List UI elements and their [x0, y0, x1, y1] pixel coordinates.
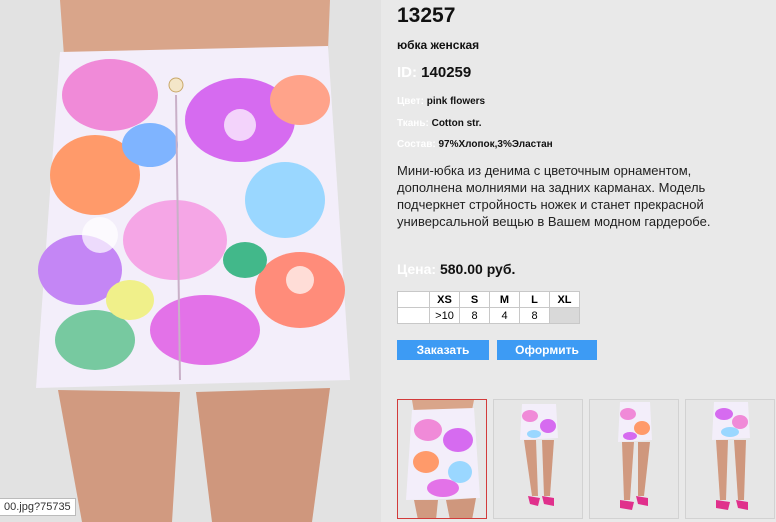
- price-value: 580.00 руб.: [439, 261, 516, 277]
- size-m-header[interactable]: M: [489, 291, 520, 308]
- size-s-header[interactable]: S: [459, 291, 490, 308]
- stock-m: 4: [489, 307, 520, 324]
- size-corner-cell: [397, 291, 430, 308]
- thumbnail-back-full[interactable]: [685, 399, 775, 519]
- size-xs-header[interactable]: XS: [429, 291, 460, 308]
- status-bar-url: 00.jpg?75735: [0, 498, 76, 516]
- thumbnail-side-full[interactable]: [589, 399, 679, 519]
- color-value: pink flowers: [426, 96, 486, 107]
- composition-label: Состав:: [397, 139, 436, 150]
- price-row: Цена: 580.00 руб.: [397, 261, 515, 277]
- product-type: юбка женская: [397, 38, 480, 52]
- id-label: ID:: [397, 64, 417, 81]
- fabric-row: Ткань: Cotton str.: [397, 118, 482, 129]
- thumbnail-closeup[interactable]: [397, 399, 487, 519]
- product-description: Мини-юбка из денима с цветочным орнамент…: [397, 163, 711, 229]
- stock-l: 8: [519, 307, 550, 324]
- color-label: Цвет:: [397, 96, 424, 107]
- price-label: Цена:: [397, 261, 437, 277]
- fabric-label: Ткань:: [397, 118, 429, 129]
- size-table: XS S M L XL >10 8 4 8: [397, 291, 580, 324]
- size-xl-header[interactable]: XL: [549, 291, 580, 308]
- size-header-row: XS S M L XL: [397, 291, 580, 308]
- size-stock-row: >10 8 4 8: [397, 307, 580, 324]
- order-button[interactable]: Заказать: [397, 340, 489, 360]
- composition-value: 97%Хлопок,3%Эластан: [438, 139, 553, 150]
- fabric-value: Cotton str.: [431, 118, 482, 129]
- color-row: Цвет: pink flowers: [397, 96, 485, 107]
- stock-xl-unavailable: [549, 307, 580, 324]
- stock-corner-cell: [397, 307, 430, 324]
- thumbnail-front-full[interactable]: [493, 399, 583, 519]
- stock-xs: >10: [429, 307, 460, 324]
- product-info-panel: 13257 юбка женская ID: 140259 Цвет: pink…: [381, 0, 776, 522]
- stock-s: 8: [459, 307, 490, 324]
- size-l-header[interactable]: L: [519, 291, 550, 308]
- main-product-photo[interactable]: 00.jpg?75735: [0, 0, 381, 522]
- checkout-button[interactable]: Оформить: [497, 340, 597, 360]
- product-id: ID: 140259: [397, 64, 471, 81]
- composition-row: Состав: 97%Хлопок,3%Эластан: [397, 139, 553, 150]
- product-sku: 13257: [397, 4, 456, 27]
- id-value: 140259: [421, 64, 472, 81]
